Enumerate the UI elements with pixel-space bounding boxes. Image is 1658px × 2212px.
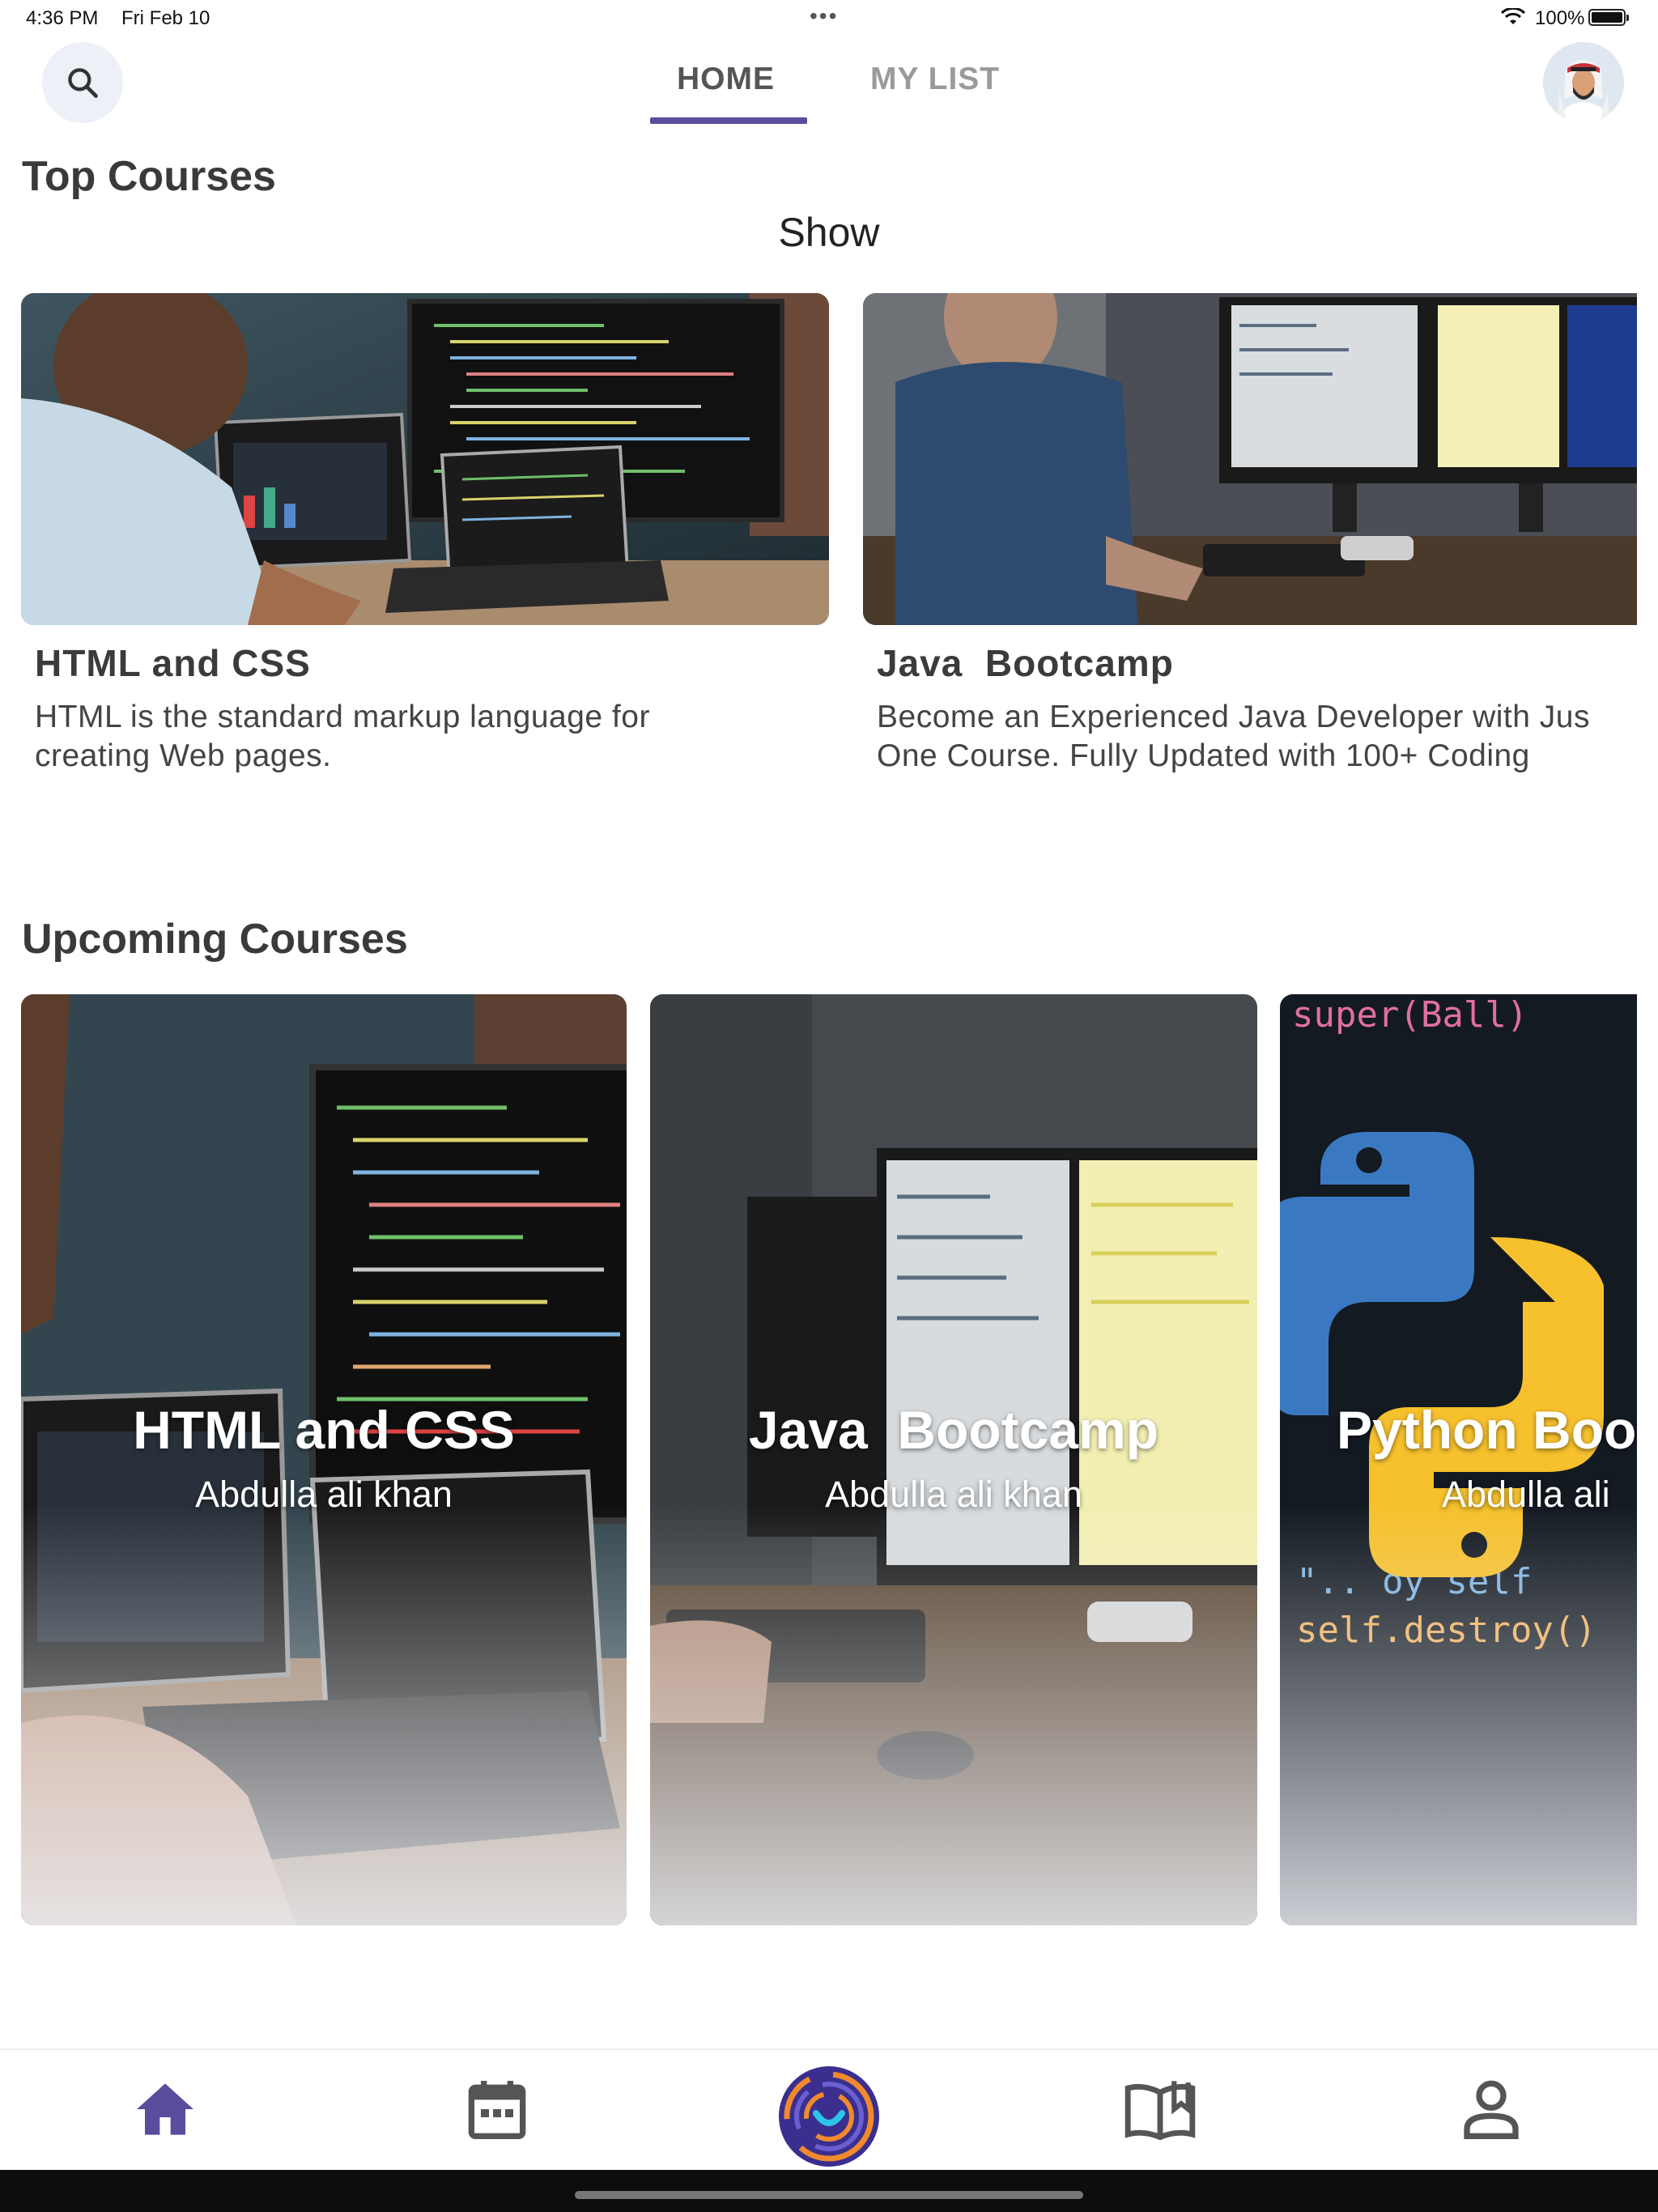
avatar-image: [1543, 42, 1624, 123]
active-tab-indicator: [650, 117, 807, 124]
search-icon: [68, 68, 98, 98]
top-courses-heading: Top Courses: [22, 153, 276, 200]
home-indicator[interactable]: [575, 2191, 1083, 2199]
java-course-photo: [863, 293, 1637, 625]
svg-text:super(Ball): super(Ball): [1292, 994, 1528, 1036]
home-icon: [137, 2083, 193, 2135]
nav-profile[interactable]: [1455, 2073, 1528, 2146]
top-course-title-html[interactable]: HTML and CSS: [35, 641, 311, 685]
card-fade-overlay: [21, 1504, 627, 1925]
card-fade-overlay: [650, 1504, 1257, 1925]
upcoming-card-java[interactable]: Java Bootcamp Abdulla ali khan: [650, 994, 1257, 1925]
nav-calendar[interactable]: [461, 2073, 534, 2146]
top-course-desc-java: Become an Experienced Java Developer wit…: [877, 698, 1638, 776]
upcoming-card-python[interactable]: super(Ball) self.destroy() ".. oy self P…: [1280, 994, 1637, 1925]
card-fade-overlay: [1280, 1504, 1637, 1925]
status-bar: 4:36 PM Fri Feb 10 ••• 100%: [0, 0, 1658, 37]
calendar-icon: [468, 2081, 526, 2139]
top-course-image-html[interactable]: [21, 293, 829, 625]
wifi-icon: [1501, 8, 1525, 24]
multitasking-dots[interactable]: •••: [810, 3, 838, 29]
nav-library[interactable]: [1124, 2073, 1197, 2146]
nav-home[interactable]: [129, 2073, 202, 2146]
upcoming-author-java: Abdulla ali khan: [825, 1474, 1082, 1515]
top-course-desc-html: HTML is the standard markup language for…: [35, 700, 650, 773]
profile-icon: [1464, 2080, 1519, 2139]
html-course-photo: [21, 293, 829, 625]
upcoming-author-html: Abdulla ali khan: [195, 1474, 453, 1515]
nav-app-logo[interactable]: [776, 2063, 882, 2170]
java-desc-text: Become an Experienced Java Developer wit…: [877, 700, 1590, 773]
show-label[interactable]: Show: [0, 209, 1658, 256]
tab-my-list[interactable]: MY LIST: [870, 62, 1000, 97]
search-button[interactable]: [42, 42, 123, 123]
upcoming-courses-heading: Upcoming Courses: [22, 916, 408, 963]
avatar[interactable]: [1543, 42, 1624, 123]
app-logo-icon: [779, 2066, 879, 2167]
upcoming-card-html[interactable]: HTML and CSS Abdulla ali khan: [21, 994, 627, 1925]
tab-home[interactable]: HOME: [677, 62, 775, 97]
book-icon: [1124, 2081, 1196, 2141]
battery-percentage: 100%: [1535, 7, 1585, 29]
upcoming-title-html: HTML and CSS: [133, 1400, 515, 1460]
top-course-image-java[interactable]: [863, 293, 1637, 625]
upcoming-title-python: Python Boo: [1337, 1400, 1637, 1460]
top-course-title-java[interactable]: Java Bootcamp: [877, 641, 1174, 685]
status-time: 4:36 PM: [26, 7, 99, 29]
status-date: Fri Feb 10: [121, 7, 210, 29]
battery-icon: [1588, 9, 1629, 26]
upcoming-author-python: Abdulla ali: [1442, 1474, 1610, 1515]
upcoming-title-java: Java Bootcamp: [748, 1400, 1159, 1460]
